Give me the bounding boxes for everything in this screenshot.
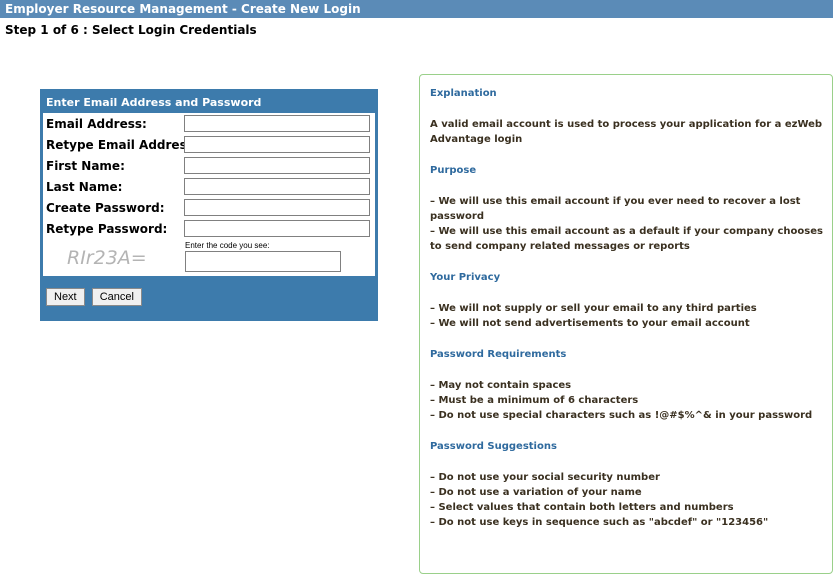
retype-password-row: Retype Password: bbox=[43, 218, 375, 239]
next-button[interactable]: Next bbox=[46, 288, 85, 306]
captcha-text: RIr23A= bbox=[67, 247, 147, 269]
captcha-input[interactable] bbox=[185, 251, 341, 272]
last-name-input[interactable] bbox=[184, 178, 370, 195]
first-name-row: First Name: bbox=[43, 155, 375, 176]
privacy-item: – We will not send advertisements to you… bbox=[430, 318, 750, 329]
suggestions-list: – Do not use your social security number… bbox=[430, 470, 832, 530]
first-name-label: First Name: bbox=[46, 158, 125, 173]
suggestion-item: – Do not use your social security number bbox=[430, 472, 660, 483]
privacy-list: – We will not supply or sell your email … bbox=[430, 301, 832, 331]
explanation-panel: Explanation A valid email account is use… bbox=[419, 74, 833, 574]
app-title-bar: Employer Resource Management - Create Ne… bbox=[0, 0, 833, 18]
step-indicator: Step 1 of 6 : Select Login Credentials bbox=[5, 23, 257, 37]
create-password-label: Create Password: bbox=[46, 200, 165, 215]
captcha-entry: Enter the code you see: bbox=[181, 239, 375, 276]
requirement-item: – Do not use special characters such as … bbox=[430, 410, 813, 421]
suggestions-title: Password Suggestions bbox=[430, 441, 557, 452]
purpose-list: – We will use this email account if you … bbox=[430, 194, 832, 254]
requirement-item: – Must be a minimum of 6 characters bbox=[430, 395, 639, 406]
suggestion-item: – Do not use keys in sequence such as "a… bbox=[430, 517, 769, 528]
form-heading: Enter Email Address and Password bbox=[46, 96, 262, 109]
retype-email-row: Retype Email Address: bbox=[43, 134, 375, 155]
purpose-title: Purpose bbox=[430, 165, 477, 176]
requirement-item: – May not contain spaces bbox=[430, 380, 572, 391]
email-label: Email Address: bbox=[46, 116, 147, 131]
requirements-title: Password Requirements bbox=[430, 349, 567, 360]
captcha-prompt: Enter the code you see: bbox=[185, 241, 270, 250]
last-name-label: Last Name: bbox=[46, 179, 123, 194]
requirements-list: – May not contain spaces – Must be a min… bbox=[430, 378, 832, 423]
privacy-title: Your Privacy bbox=[430, 272, 501, 283]
create-password-input[interactable] bbox=[184, 199, 370, 216]
retype-password-input[interactable] bbox=[184, 220, 370, 237]
explanation-title: Explanation bbox=[430, 88, 497, 99]
purpose-item: – We will use this email account if you … bbox=[430, 196, 801, 222]
retype-password-label: Retype Password: bbox=[46, 221, 168, 236]
captcha-image: RIr23A= bbox=[43, 239, 181, 276]
login-form-panel: Enter Email Address and Password Email A… bbox=[40, 89, 378, 321]
retype-email-label: Retype Email Address: bbox=[46, 137, 199, 152]
email-row: Email Address: bbox=[43, 113, 375, 134]
form-fields: Email Address: Retype Email Address: Fir… bbox=[43, 113, 375, 276]
form-buttons: Next Cancel bbox=[43, 285, 375, 306]
captcha-row: RIr23A= Enter the code you see: bbox=[43, 239, 375, 276]
retype-email-input[interactable] bbox=[184, 136, 370, 153]
privacy-item: – We will not supply or sell your email … bbox=[430, 303, 757, 314]
suggestion-item: – Select values that contain both letter… bbox=[430, 502, 734, 513]
purpose-item: – We will use this email account as a de… bbox=[430, 226, 823, 252]
suggestion-item: – Do not use a variation of your name bbox=[430, 487, 642, 498]
first-name-input[interactable] bbox=[184, 157, 370, 174]
explanation-text: A valid email account is used to process… bbox=[430, 119, 823, 145]
last-name-row: Last Name: bbox=[43, 176, 375, 197]
create-password-row: Create Password: bbox=[43, 197, 375, 218]
email-input[interactable] bbox=[184, 115, 370, 132]
cancel-button[interactable]: Cancel bbox=[91, 288, 142, 306]
